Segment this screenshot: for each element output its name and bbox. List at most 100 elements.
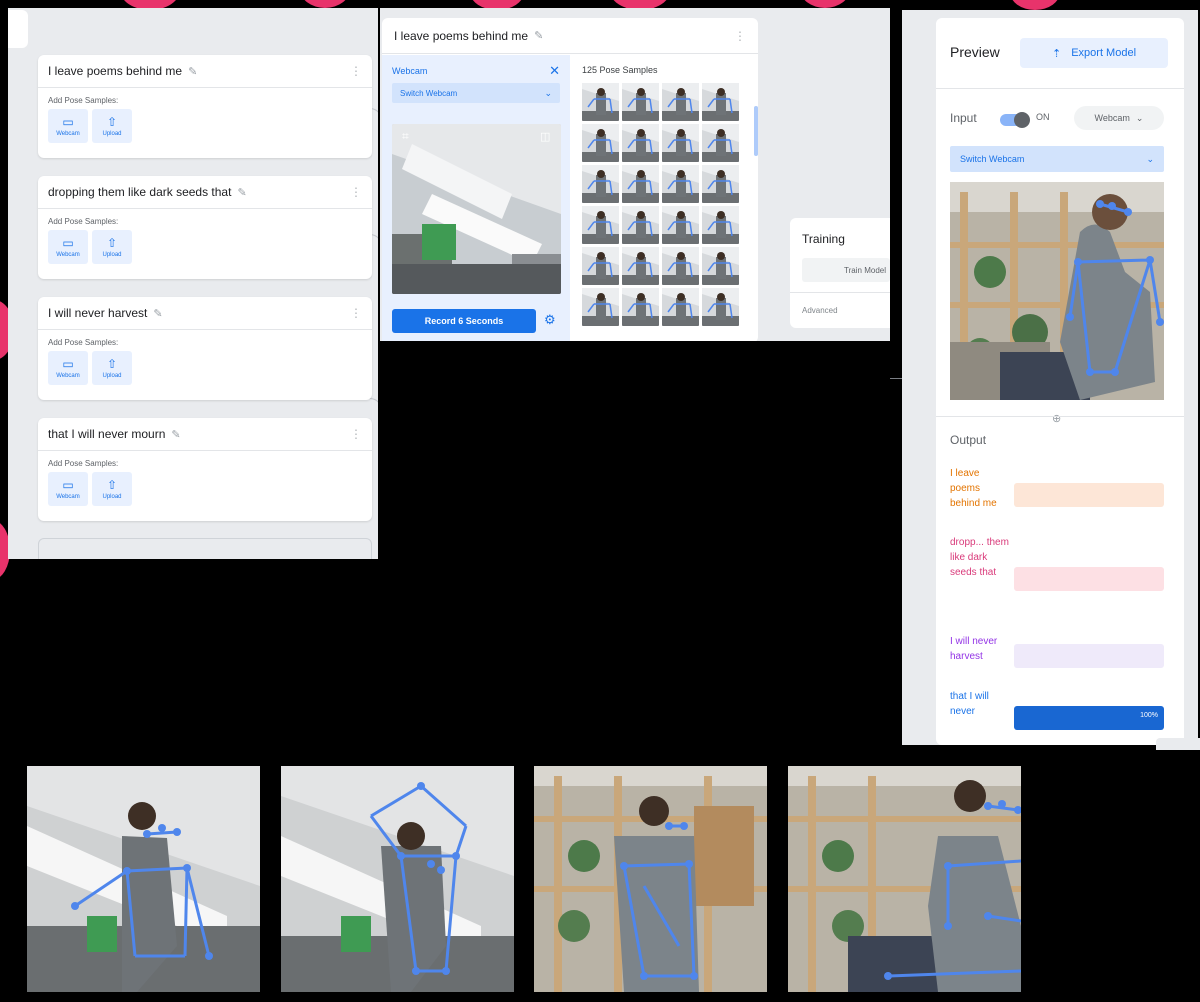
webcam-button[interactable]: ▭ Webcam <box>48 109 88 143</box>
upload-button[interactable]: ⇧ Upload <box>92 109 132 143</box>
train-model-button[interactable]: Train Model <box>802 258 890 282</box>
more-vert-icon[interactable]: ⋮ <box>734 29 746 43</box>
upload-button[interactable]: ⇧ Upload <box>92 230 132 264</box>
advanced-toggle[interactable]: Advanced <box>802 306 838 315</box>
output-label: I leave poems behind me <box>950 468 997 509</box>
videocam-icon: ▭ <box>62 235 74 250</box>
preview-switch-webcam[interactable]: Switch Webcam ⌄ <box>950 146 1164 172</box>
pose-frame <box>788 766 1021 992</box>
sample-thumbnail[interactable] <box>702 288 739 326</box>
export-model-button[interactable]: ⇡ Export Model <box>1020 38 1168 68</box>
sample-thumbnail[interactable] <box>582 288 619 326</box>
class-name[interactable]: I leave poems behind me <box>48 64 182 78</box>
more-vert-icon[interactable]: ⋮ <box>350 427 362 441</box>
webcam-column: Webcam ✕ Switch Webcam ⌄ ⌗ ◫ Record 6 Se… <box>382 55 570 341</box>
sample-thumbnail[interactable] <box>662 206 699 244</box>
input-source-select[interactable]: Webcam ⌄ <box>1074 106 1164 130</box>
sample-thumbnail[interactable] <box>702 165 739 203</box>
videocam-icon: ▭ <box>62 477 74 492</box>
input-label: Input <box>950 111 977 125</box>
recording-panel: I leave poems behind me ✎ ⋮ Webcam ✕ Swi… <box>380 8 890 341</box>
svg-text:⌗: ⌗ <box>402 129 409 143</box>
output-label: I will never harvest <box>950 636 998 662</box>
sample-thumbnail[interactable] <box>662 247 699 285</box>
webcam-title: Webcam <box>392 66 428 76</box>
more-vert-icon[interactable]: ⋮ <box>350 64 362 78</box>
sample-thumbnail[interactable] <box>622 247 659 285</box>
webcam-button[interactable]: ▭ Webcam <box>48 351 88 385</box>
switch-webcam-select[interactable]: Switch Webcam ⌄ <box>392 83 560 103</box>
add-samples-label: Add Pose Samples: <box>48 459 119 468</box>
upload-icon: ⇧ <box>106 356 118 371</box>
sample-thumbnail[interactable] <box>582 124 619 162</box>
chevron-down-icon: ⌄ <box>1146 153 1154 164</box>
pencil-icon[interactable]: ✎ <box>188 65 197 78</box>
sample-thumbnail[interactable] <box>702 206 739 244</box>
pencil-icon[interactable]: ✎ <box>153 307 162 320</box>
add-class-button[interactable] <box>38 538 372 559</box>
confidence-percent: 100% <box>1140 712 1158 719</box>
samples-count: 125 Pose Samples <box>582 65 658 75</box>
confidence-bar <box>1014 644 1164 668</box>
sample-thumbnail[interactable] <box>662 288 699 326</box>
sample-thumbnail[interactable] <box>702 83 739 121</box>
class-name[interactable]: that I will never mourn <box>48 427 165 441</box>
output-label: dropp... them like dark seeds that <box>950 537 1009 578</box>
sample-thumbnail[interactable] <box>662 165 699 203</box>
recording-class-name[interactable]: I leave poems behind me <box>394 29 528 43</box>
training-card: Training Train Model Advanced <box>790 218 890 328</box>
pose-frame <box>534 766 767 992</box>
sample-thumbnail[interactable] <box>702 124 739 162</box>
sample-thumbnail[interactable] <box>662 83 699 121</box>
upload-icon: ⇧ <box>106 235 118 250</box>
sample-thumbnail[interactable] <box>622 124 659 162</box>
class-name[interactable]: dropping them like dark seeds that <box>48 185 231 199</box>
webcam-live-view: ⌗ ◫ <box>392 124 561 294</box>
preview-card: Preview ⇡ Export Model Input ON Webcam ⌄… <box>936 18 1184 745</box>
add-samples-label: Add Pose Samples: <box>48 338 119 347</box>
samples-scrollbar[interactable] <box>754 106 758 156</box>
more-vert-icon[interactable]: ⋮ <box>350 306 362 320</box>
class-list-panel: I leave poems behind me ✎ ⋮ Add Pose Sam… <box>8 8 378 559</box>
class-card: I will never harvest ✎ ⋮ Add Pose Sample… <box>38 297 372 400</box>
chevron-down-icon: ⌄ <box>1135 112 1144 123</box>
preview-panel: Preview ⇡ Export Model Input ON Webcam ⌄… <box>902 10 1198 745</box>
samples-grid <box>580 83 758 326</box>
sample-thumbnail[interactable] <box>622 206 659 244</box>
panel-tab <box>8 10 28 48</box>
export-icon: ⇡ <box>1051 47 1062 60</box>
close-icon[interactable]: ✕ <box>549 63 560 79</box>
pencil-icon[interactable]: ✎ <box>534 29 543 42</box>
output-label: that I will never <box>950 691 989 717</box>
input-toggle[interactable] <box>1000 112 1030 128</box>
toggle-state: ON <box>1036 112 1050 122</box>
preview-title: Preview <box>950 44 1000 60</box>
pose-frame <box>27 766 260 992</box>
pencil-icon[interactable]: ✎ <box>237 186 246 199</box>
samples-column: 125 Pose Samples <box>580 55 758 341</box>
sample-thumbnail[interactable] <box>622 83 659 121</box>
sample-thumbnail[interactable] <box>582 206 619 244</box>
pencil-icon[interactable]: ✎ <box>171 428 180 441</box>
add-samples-label: Add Pose Samples: <box>48 217 119 226</box>
class-name[interactable]: I will never harvest <box>48 306 147 320</box>
confidence-bar <box>1014 483 1164 507</box>
more-vert-icon[interactable]: ⋮ <box>350 185 362 199</box>
sample-thumbnail[interactable] <box>622 165 659 203</box>
upload-button[interactable]: ⇧ Upload <box>92 472 132 506</box>
upload-button[interactable]: ⇧ Upload <box>92 351 132 385</box>
sample-thumbnail[interactable] <box>582 165 619 203</box>
class-card: that I will never mourn ✎ ⋮ Add Pose Sam… <box>38 418 372 521</box>
sample-thumbnail[interactable] <box>582 83 619 121</box>
sample-thumbnail[interactable] <box>662 124 699 162</box>
add-samples-label: Add Pose Samples: <box>48 96 119 105</box>
webcam-button[interactable]: ▭ Webcam <box>48 472 88 506</box>
webcam-button[interactable]: ▭ Webcam <box>48 230 88 264</box>
sample-thumbnail[interactable] <box>622 288 659 326</box>
sample-thumbnail[interactable] <box>702 247 739 285</box>
settings-icon[interactable]: ⚙ <box>544 312 556 328</box>
sample-thumbnail[interactable] <box>582 247 619 285</box>
upload-icon: ⇧ <box>106 477 118 492</box>
record-button[interactable]: Record 6 Seconds <box>392 309 536 333</box>
training-title: Training <box>802 232 845 246</box>
